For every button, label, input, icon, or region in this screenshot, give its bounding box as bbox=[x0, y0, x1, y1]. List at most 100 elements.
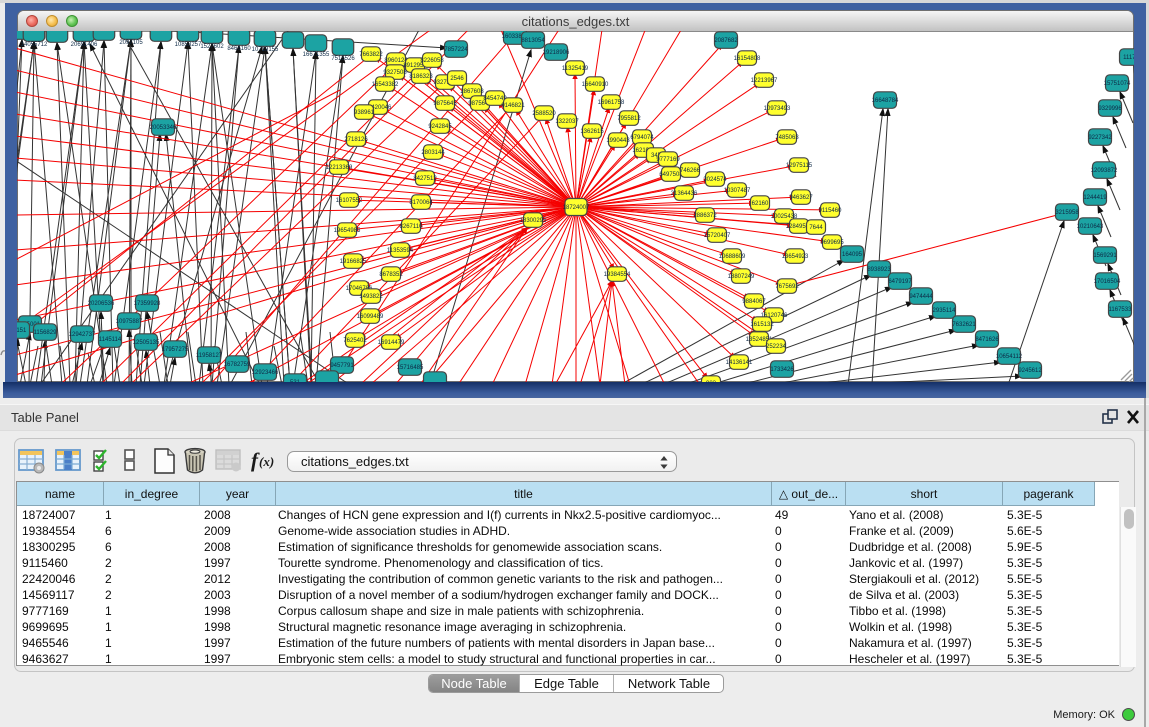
svg-text:19384554: 19384554 bbox=[604, 272, 631, 278]
svg-text:1615132: 1615132 bbox=[750, 322, 774, 328]
svg-text:2087682: 2087682 bbox=[714, 38, 738, 44]
svg-text:983: 983 bbox=[706, 381, 717, 382]
svg-text:11353594: 11353594 bbox=[387, 248, 414, 254]
svg-text:8471626: 8471626 bbox=[975, 337, 999, 343]
svg-text:9115460: 9115460 bbox=[819, 208, 843, 214]
svg-text:7485063: 7485063 bbox=[775, 135, 799, 141]
svg-text:9327508: 9327508 bbox=[383, 70, 407, 76]
svg-text:16671355: 16671355 bbox=[303, 52, 330, 58]
svg-text:2886372: 2886372 bbox=[693, 213, 717, 219]
svg-text:11325419: 11325419 bbox=[562, 66, 589, 72]
svg-text:9227342: 9227342 bbox=[1088, 135, 1112, 141]
svg-text:7675692: 7675692 bbox=[775, 284, 799, 290]
svg-text:7644: 7644 bbox=[809, 225, 823, 231]
svg-text:9457791: 9457791 bbox=[330, 363, 354, 369]
svg-text:9146821: 9146821 bbox=[501, 103, 525, 109]
svg-text:14055712: 14055712 bbox=[21, 42, 48, 48]
svg-text:9463627: 9463627 bbox=[789, 195, 813, 201]
svg-text:18300295: 18300295 bbox=[520, 218, 547, 224]
svg-text:16154808: 16154808 bbox=[734, 56, 761, 62]
svg-text:12093872: 12093872 bbox=[1091, 168, 1118, 174]
svg-text:10719155: 10719155 bbox=[252, 47, 279, 53]
svg-text:7515526: 7515526 bbox=[331, 56, 355, 62]
svg-text:20206536: 20206536 bbox=[88, 301, 115, 307]
svg-text:10975887: 10975887 bbox=[116, 319, 143, 325]
svg-text:531: 531 bbox=[290, 380, 301, 382]
svg-text:15751074: 15751074 bbox=[1104, 81, 1131, 87]
svg-text:10654112: 10654112 bbox=[996, 354, 1023, 360]
svg-text:18807249: 18807249 bbox=[728, 274, 755, 280]
svg-text:1493822: 1493822 bbox=[359, 294, 383, 300]
svg-text:16543382: 16543382 bbox=[372, 82, 399, 88]
svg-text:12213967: 12213967 bbox=[751, 78, 778, 84]
svg-text:8267110: 8267110 bbox=[400, 224, 424, 230]
svg-text:938961: 938961 bbox=[354, 110, 375, 116]
svg-text:1145114: 1145114 bbox=[99, 337, 122, 343]
svg-text:6794074: 6794074 bbox=[630, 135, 654, 141]
svg-text:8226058: 8226058 bbox=[420, 58, 444, 64]
svg-text:8466160: 8466160 bbox=[227, 46, 251, 52]
svg-text:16961758: 16961758 bbox=[598, 100, 625, 106]
svg-text:19166825: 19166825 bbox=[340, 259, 367, 265]
svg-text:8678352: 8678352 bbox=[379, 272, 403, 278]
svg-text:8813054: 8813054 bbox=[521, 38, 545, 44]
svg-text:10688609: 10688609 bbox=[719, 254, 746, 260]
svg-text:1322037: 1322037 bbox=[555, 119, 579, 125]
svg-text:10307487: 10307487 bbox=[724, 188, 751, 194]
svg-text:9875645: 9875645 bbox=[433, 101, 457, 107]
svg-text:10853257: 10853257 bbox=[175, 42, 202, 48]
svg-text:1156829: 1156829 bbox=[34, 330, 58, 336]
svg-text:12213369: 12213369 bbox=[326, 165, 353, 171]
svg-text:8427512: 8427512 bbox=[413, 176, 437, 182]
svg-text:252234: 252234 bbox=[766, 344, 787, 350]
svg-text:1362615: 1362615 bbox=[580, 129, 604, 135]
svg-text:8186323: 8186323 bbox=[409, 74, 433, 80]
svg-text:2546: 2546 bbox=[450, 76, 464, 82]
svg-text:7632621: 7632621 bbox=[952, 322, 976, 328]
svg-text:19654985: 19654985 bbox=[334, 228, 361, 234]
svg-text:62160: 62160 bbox=[752, 201, 769, 207]
svg-text:39151: 39151 bbox=[17, 328, 27, 334]
svg-text:1569291: 1569291 bbox=[1093, 253, 1117, 259]
svg-text:2097105: 2097105 bbox=[119, 40, 143, 46]
svg-text:18724007: 18724007 bbox=[563, 205, 590, 211]
svg-text:3024574: 3024574 bbox=[703, 177, 727, 183]
svg-text:12505135: 12505135 bbox=[133, 340, 160, 346]
svg-text:6479197: 6479197 bbox=[888, 279, 912, 285]
svg-text:20053346: 20053346 bbox=[150, 125, 177, 131]
svg-text:15720407: 15720407 bbox=[704, 233, 731, 239]
svg-text:10973493: 10973493 bbox=[764, 106, 791, 112]
svg-text:9245612: 9245612 bbox=[1018, 368, 1042, 374]
svg-text:16107552: 16107552 bbox=[336, 198, 363, 204]
svg-text:9242845: 9242845 bbox=[428, 124, 452, 130]
svg-text:11172: 11172 bbox=[1123, 55, 1134, 61]
svg-text:7663822: 7663822 bbox=[359, 52, 383, 58]
svg-text:9474444: 9474444 bbox=[909, 294, 933, 300]
svg-text:11958127: 11958127 bbox=[196, 353, 223, 359]
svg-text:1990443: 1990443 bbox=[606, 138, 630, 144]
svg-text:1167533: 1167533 bbox=[1109, 307, 1133, 313]
svg-text:(x): (x) bbox=[259, 454, 274, 469]
svg-text:1527602: 1527602 bbox=[200, 44, 224, 50]
svg-text:2867608: 2867608 bbox=[460, 89, 484, 95]
svg-text:10210643: 10210643 bbox=[1077, 224, 1104, 230]
svg-text:164095: 164095 bbox=[842, 252, 863, 258]
svg-text:12923466: 12923466 bbox=[252, 370, 279, 376]
svg-text:3215958: 3215958 bbox=[1055, 210, 1079, 216]
svg-text:19218906: 19218906 bbox=[543, 50, 570, 56]
svg-text:9329996: 9329996 bbox=[1098, 106, 1122, 112]
svg-text:746266: 746266 bbox=[680, 168, 701, 174]
svg-text:8938923: 8938923 bbox=[867, 267, 891, 273]
svg-text:1244419: 1244419 bbox=[1083, 195, 1107, 201]
svg-text:16782759: 16782759 bbox=[224, 362, 251, 368]
svg-text:12942737: 12942737 bbox=[69, 332, 96, 338]
svg-text:2588520: 2588520 bbox=[532, 111, 556, 117]
svg-text:2803144: 2803144 bbox=[421, 150, 445, 156]
svg-text:2718126: 2718126 bbox=[344, 137, 368, 143]
svg-text:14136141: 14136141 bbox=[726, 360, 753, 366]
svg-text:13654923: 13654923 bbox=[782, 254, 809, 260]
svg-text:21364436: 21364436 bbox=[671, 191, 698, 197]
svg-text:7955812: 7955812 bbox=[617, 116, 641, 122]
svg-text:12975115: 12975115 bbox=[786, 163, 813, 169]
svg-text:1733426: 1733426 bbox=[770, 367, 794, 373]
